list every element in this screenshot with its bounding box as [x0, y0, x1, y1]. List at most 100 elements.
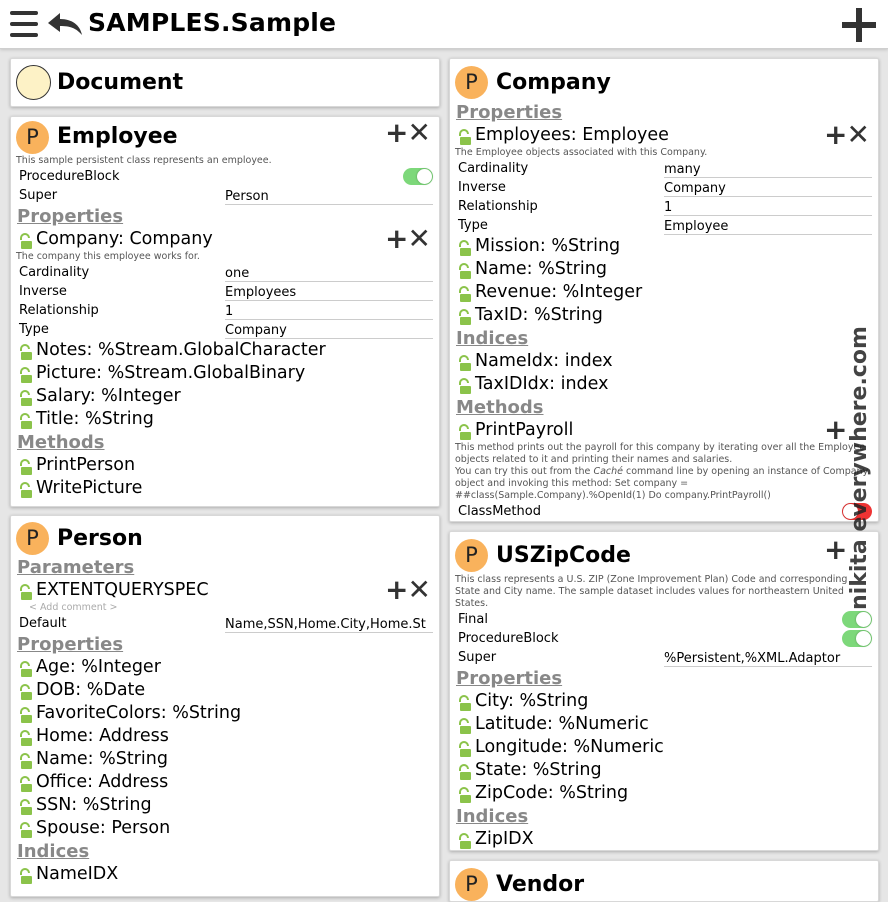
member-item[interactable]: Longitude: %Numeric — [450, 736, 878, 759]
procedure-block-toggle[interactable] — [842, 630, 872, 647]
member-item[interactable]: Picture: %Stream.GlobalBinary — [11, 362, 439, 385]
method-desc-cache: Caché — [593, 466, 623, 477]
add-icon[interactable]: + — [824, 118, 847, 151]
member-item[interactable]: Mission: %String — [450, 235, 878, 258]
member-item[interactable]: Salary: %Integer — [11, 385, 439, 408]
kv-row: Relationship 1 — [450, 197, 878, 216]
class-title[interactable]: Vendor — [496, 872, 584, 897]
kv-value[interactable]: Company — [664, 181, 872, 197]
unlocked-icon — [20, 233, 32, 249]
class-description: This sample persistent class represents … — [16, 155, 272, 166]
member-item[interactable]: WritePicture — [11, 477, 439, 500]
close-icon[interactable]: ✕ — [407, 117, 430, 149]
member-item[interactable]: Name: %String — [450, 258, 878, 281]
class-title[interactable]: Person — [57, 526, 143, 551]
member-item[interactable]: City: %String — [450, 690, 878, 713]
member-item[interactable]: NameIdx: index — [450, 350, 878, 373]
member-item[interactable]: Name: %String — [11, 748, 439, 771]
member-item[interactable]: Spouse: Person — [11, 817, 439, 840]
member-item[interactable]: Age: %Integer — [11, 656, 439, 679]
add-icon[interactable]: + — [385, 222, 408, 255]
kv-row: Cardinality one — [11, 263, 439, 282]
kv-value[interactable]: one — [225, 266, 433, 282]
member-item[interactable]: SSN: %String — [11, 794, 439, 817]
kv-value[interactable]: Name,SSN,Home.City,Home.St — [225, 617, 433, 633]
unlocked-icon — [20, 868, 32, 884]
member-printpayroll[interactable]: PrintPayroll + — [450, 416, 878, 444]
kv-label: Type — [458, 218, 488, 233]
kv-row: Type Employee — [450, 216, 878, 235]
method-desc-line2a: You can try this out from the — [455, 466, 594, 477]
member-employees[interactable]: Employees: Employee +✕ — [450, 118, 878, 151]
member-item[interactable]: FavoriteColors: %String — [11, 702, 439, 725]
unlocked-icon — [459, 129, 471, 145]
kv-row: Relationship 1 — [11, 301, 439, 320]
unlocked-icon — [20, 730, 32, 746]
kv-value[interactable]: Employee — [664, 219, 872, 235]
member-item[interactable]: NameIDX — [11, 863, 439, 886]
member-item[interactable]: Title: %String — [11, 408, 439, 431]
member-label: Home: Address — [36, 726, 169, 746]
kv-label: Super — [458, 650, 497, 665]
unlocked-icon — [20, 753, 32, 769]
member-label: TaxID: %String — [475, 305, 603, 325]
watermark-logo: nikita everywhere.com — [847, 326, 872, 610]
add-icon[interactable]: + — [385, 117, 408, 149]
kv-label: Type — [19, 322, 49, 337]
member-description: The company this employee works for. — [16, 251, 200, 262]
class-icon: P — [16, 121, 49, 154]
add-icon[interactable]: + — [385, 573, 408, 606]
member-item[interactable]: DOB: %Date — [11, 679, 439, 702]
member-label: Office: Address — [36, 772, 169, 792]
class-title[interactable]: Employee — [57, 124, 178, 149]
methods-heading: Methods — [17, 432, 105, 453]
member-actions: +✕ — [824, 118, 870, 151]
methods-heading: Methods — [456, 397, 544, 418]
procedure-block-toggle[interactable] — [403, 168, 433, 185]
close-icon[interactable]: ✕ — [846, 118, 869, 151]
member-item[interactable]: Notes: %Stream.GlobalCharacter — [11, 339, 439, 362]
menu-icon[interactable] — [10, 11, 38, 37]
member-item[interactable]: ZipIDX — [450, 828, 878, 850]
member-item[interactable]: TaxID: %String — [450, 304, 878, 327]
document-icon — [16, 65, 51, 100]
member-label: Employees: Employee — [475, 125, 669, 145]
close-icon[interactable]: ✕ — [407, 573, 430, 606]
member-item[interactable]: PrintPerson — [11, 454, 439, 477]
class-title[interactable]: USZipCode — [496, 543, 631, 568]
class-icon: P — [455, 66, 488, 99]
unlocked-icon — [459, 833, 471, 849]
kv-value[interactable]: 1 — [664, 200, 872, 216]
company-card: P Company Properties Employees: Employee… — [449, 58, 879, 522]
kv-value[interactable]: Employees — [225, 285, 433, 301]
class-icon: P — [16, 522, 49, 555]
member-item[interactable]: Office: Address — [11, 771, 439, 794]
kv-value[interactable]: %Persistent,%XML.Adaptor — [664, 651, 872, 667]
vendor-card: P Vendor — [449, 860, 879, 902]
add-class-icon[interactable] — [842, 8, 876, 42]
add-comment-link[interactable]: < Add comment > — [11, 602, 439, 614]
member-param[interactable]: EXTENTQUERYSPEC +✕ — [11, 576, 439, 604]
member-item[interactable]: Revenue: %Integer — [450, 281, 878, 304]
member-item[interactable]: TaxIDIdx: index — [450, 373, 878, 396]
kv-value[interactable]: Company — [225, 323, 433, 339]
member-item[interactable]: Home: Address — [11, 725, 439, 748]
unlocked-icon — [20, 776, 32, 792]
back-arrow-icon[interactable] — [46, 11, 84, 37]
super-value[interactable]: Person — [225, 189, 433, 205]
unlocked-icon — [20, 684, 32, 700]
member-company[interactable]: Company: Company +✕ — [11, 225, 439, 253]
kv-label: Cardinality — [19, 265, 90, 280]
member-item[interactable]: State: %String — [450, 759, 878, 782]
member-item[interactable]: ZipCode: %String — [450, 782, 878, 805]
close-icon[interactable]: ✕ — [407, 222, 430, 255]
member-item[interactable]: Latitude: %Numeric — [450, 713, 878, 736]
kv-label: Relationship — [19, 303, 99, 318]
unlocked-icon — [459, 424, 471, 440]
kv-value[interactable]: many — [664, 162, 872, 178]
class-title[interactable]: Company — [496, 70, 611, 95]
kv-value[interactable]: 1 — [225, 304, 433, 320]
kv-label: ClassMethod — [458, 504, 541, 519]
member-label: Revenue: %Integer — [475, 282, 643, 302]
class-actions: +✕ — [385, 117, 431, 149]
